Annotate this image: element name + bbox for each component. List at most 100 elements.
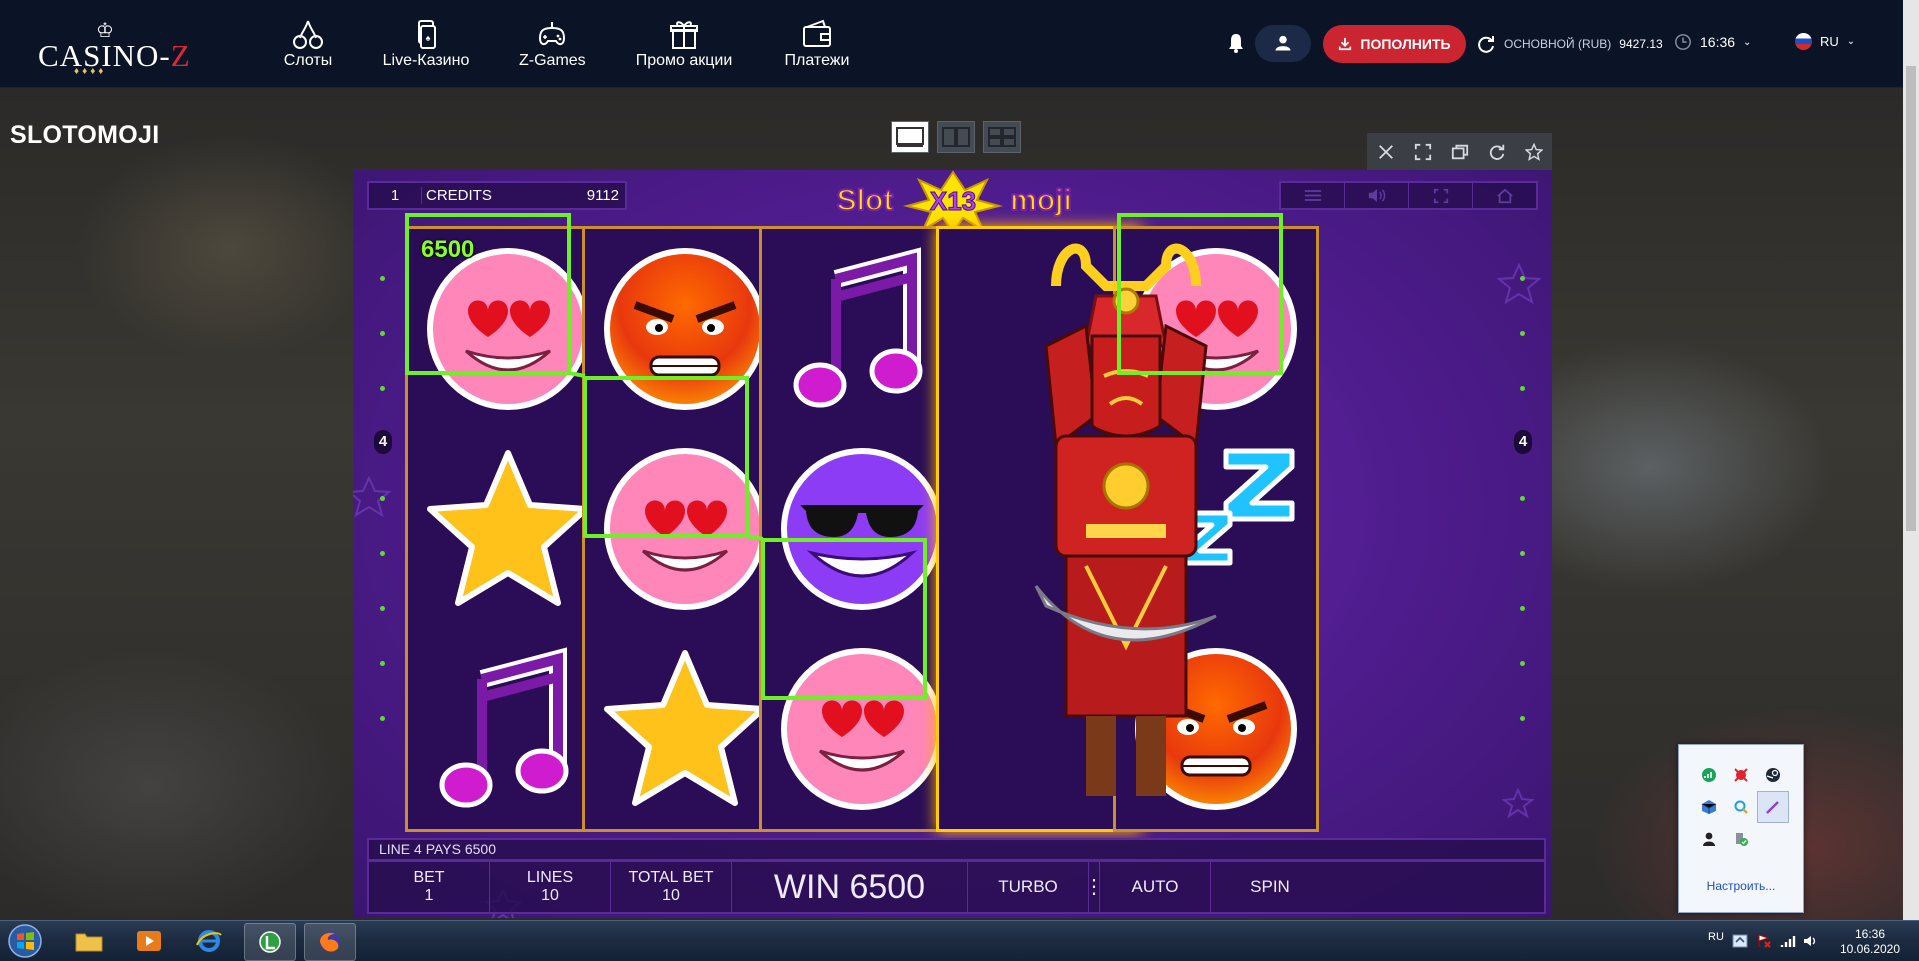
deposit-button[interactable]: ПОПОЛНИТЬ [1323, 25, 1466, 63]
tray-overflow-popup: Настроить... [1678, 744, 1804, 913]
game-controls-bar: BET 1 LINES 10 TOTAL BET 10 WIN 6500 TUR… [367, 860, 1546, 914]
balance-display[interactable]: ОСНОВНОЙ (RUB) 9427.13 [1476, 34, 1663, 54]
nav-live-casino[interactable]: ♠ Live-Казино [382, 18, 470, 74]
home-button[interactable] [1473, 183, 1536, 208]
speaker-icon [1368, 189, 1385, 202]
firefox-icon [320, 932, 340, 952]
dual-view-button[interactable] [937, 121, 975, 153]
nav-label: Z-Games [519, 52, 586, 69]
symbol-music-note [408, 629, 608, 829]
slotx13moji-logo: Slot X13 moji [836, 170, 1073, 232]
symbol-star [585, 629, 785, 829]
app-tray-icon[interactable] [1725, 759, 1757, 791]
action-center-icon[interactable] [1756, 933, 1772, 949]
green-app-icon [259, 931, 281, 953]
folder-icon [75, 933, 103, 952]
network-activity-icon[interactable] [1693, 759, 1725, 791]
lines-control[interactable]: LINES 10 [490, 862, 611, 912]
user-account-button[interactable] [1255, 25, 1311, 62]
clock-icon [1675, 34, 1691, 50]
firefox-taskbar-button[interactable] [304, 923, 356, 961]
reel-3 [759, 226, 965, 832]
media-player-icon [137, 931, 161, 951]
wallet-icon [803, 19, 831, 47]
line-marker [380, 386, 385, 391]
total-bet-display: TOTAL BET 10 [611, 862, 732, 912]
system-clock[interactable]: 16:36 10.06.2020 [1830, 927, 1910, 957]
spin-button[interactable]: SPIN [1211, 862, 1329, 912]
customize-tray-link[interactable]: Настроить... [1679, 879, 1803, 893]
gamepad-icon [538, 22, 566, 46]
language-selector[interactable]: RU ⌄ [1795, 33, 1855, 50]
show-hidden-icons-icon[interactable] [1732, 933, 1748, 949]
fullscreen-icon[interactable] [1414, 143, 1432, 161]
steam-icon[interactable] [1757, 759, 1789, 791]
network-signal-icon[interactable] [1780, 933, 1796, 949]
casino-logo[interactable]: ♔ CASINO-Z ♦♦♦♦ [38, 18, 190, 77]
scrollbar-thumb[interactable] [1906, 66, 1916, 531]
bet-control[interactable]: BET 1 [369, 862, 490, 912]
svg-text:♠: ♠ [426, 33, 431, 43]
nav-promo[interactable]: Промо акции [634, 18, 734, 74]
nav-slots[interactable]: Слоты [282, 18, 334, 74]
search-app-icon[interactable] [1725, 791, 1757, 823]
clock-time: 16:36 [1854, 927, 1886, 941]
pen-app-icon[interactable] [1757, 791, 1789, 823]
sound-button[interactable] [1345, 183, 1409, 208]
total-bet-label: TOTAL BET [628, 869, 714, 886]
reload-icon[interactable] [1488, 143, 1506, 161]
explorer-taskbar-button[interactable] [64, 923, 114, 959]
turbo-button[interactable]: TURBO [968, 862, 1089, 912]
safe-remove-icon[interactable] [1725, 823, 1757, 855]
line-marker [1520, 496, 1525, 501]
chevron-down-icon: ⌄ [1743, 36, 1752, 48]
win-amount-label: 6500 [421, 236, 475, 263]
nav-z-games[interactable]: Z-Games [519, 18, 586, 74]
media-player-taskbar-button[interactable] [124, 923, 174, 959]
internet-explorer-icon [196, 930, 222, 952]
time-selector[interactable]: 16:36 ⌄ [1674, 33, 1751, 51]
user-app-icon[interactable] [1693, 823, 1725, 855]
chevron-down-icon: ⌄ [1846, 36, 1856, 47]
input-language[interactable]: RU [1708, 931, 1724, 943]
game-logo-mid: X13 [930, 186, 976, 216]
nav-label: Слоты [283, 52, 333, 69]
win-highlight [761, 538, 927, 700]
line-marker [1520, 716, 1525, 721]
nav-label: Live-Казино [382, 52, 470, 69]
refresh-icon[interactable] [1476, 34, 1496, 54]
menu-button[interactable] [1281, 183, 1345, 208]
symbol-star [408, 429, 608, 629]
line-marker [380, 606, 385, 611]
windows-start-icon[interactable] [4, 923, 46, 959]
nav-payments[interactable]: Платежи [784, 18, 850, 74]
new-window-icon[interactable] [1451, 143, 1469, 161]
page-title: SLOTOMOJI [10, 121, 160, 149]
line-marker [1520, 606, 1525, 611]
single-view-button[interactable] [891, 121, 929, 153]
slot-game-frame[interactable]: 1 CREDITS 9112 Slot X13 moji 4 4 6500 LI… [353, 170, 1552, 918]
game-logo-left: Slot [837, 184, 894, 217]
favorite-star-icon[interactable] [1524, 142, 1543, 161]
line-number-right: 4 [1514, 430, 1532, 454]
single-screen-icon [896, 127, 924, 147]
cube-app-icon[interactable] [1693, 791, 1725, 823]
bell-icon[interactable] [1224, 31, 1248, 55]
balance-amount: 9427.13 [1619, 37, 1663, 51]
page-scrollbar[interactable] [1903, 0, 1919, 920]
more-options-icon[interactable]: ⋮ [1084, 862, 1104, 912]
auto-button[interactable]: AUTO [1100, 862, 1211, 912]
quad-view-button[interactable] [983, 121, 1021, 153]
volume-icon[interactable] [1802, 933, 1818, 949]
line-marker [1520, 276, 1525, 281]
lines-label: LINES [526, 869, 574, 886]
ie-taskbar-button[interactable] [184, 923, 234, 959]
app-taskbar-button[interactable] [244, 923, 296, 961]
fullscreen-button[interactable] [1409, 183, 1473, 208]
close-icon[interactable] [1377, 143, 1395, 161]
line-number-left: 4 [374, 430, 392, 454]
home-icon [1496, 188, 1513, 203]
system-tray: RU 16:36 10.06.2020 [1580, 921, 1919, 961]
line-marker [1520, 331, 1525, 336]
game-toolbar [1367, 133, 1552, 170]
